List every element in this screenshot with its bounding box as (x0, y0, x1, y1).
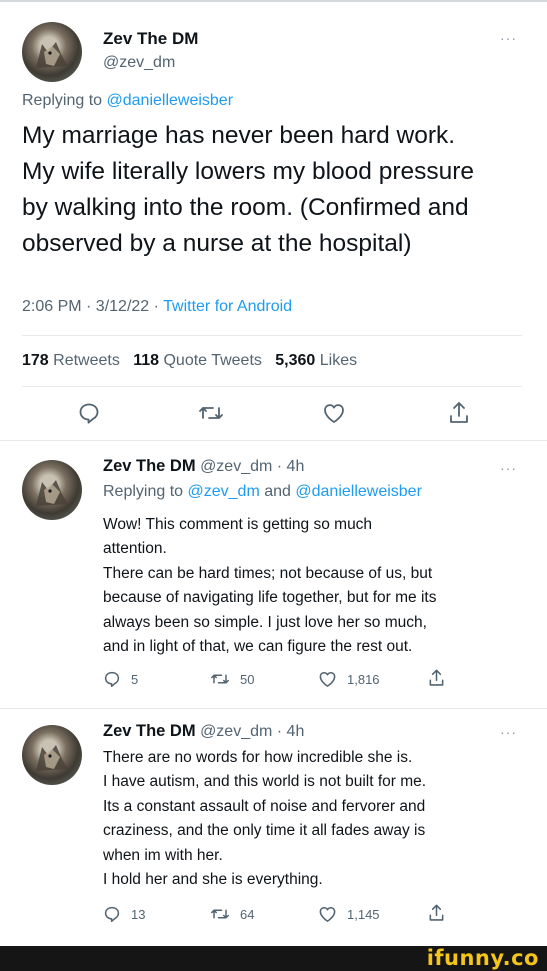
divider (0, 440, 547, 441)
author-handle-time[interactable]: @zev_dm · 4h (200, 723, 304, 740)
replying-to-link[interactable]: @danielleweisber (107, 92, 234, 109)
share-button[interactable] (428, 903, 445, 923)
share-icon (429, 669, 444, 686)
like-button[interactable]: 1,816 (318, 670, 380, 688)
like-count: 1,145 (347, 906, 380, 922)
tweet-text-line: My marriage has never been hard work. (22, 122, 456, 149)
tweet-text-line: My wife literally lowers my blood pressu… (22, 158, 475, 185)
reply-text: Wow! This comment is getting so much att… (103, 513, 523, 659)
retweet-icon (211, 674, 229, 684)
tweet-timestamp[interactable]: 2:06 PM · 3/12/22 · (22, 298, 159, 315)
wolf-avatar-icon (36, 745, 68, 771)
avatar[interactable] (22, 22, 82, 82)
author-handle[interactable]: @zev_dm (103, 54, 175, 72)
retweet-button[interactable]: 64 (210, 905, 254, 923)
reply-count: 5 (131, 671, 139, 687)
reply-count: 13 (131, 906, 146, 922)
quote-tweets-stat[interactable]: 118 Quote Tweets (133, 352, 262, 369)
replying-to: Replying to @danielleweisber (22, 92, 233, 110)
like-button[interactable] (322, 402, 346, 424)
reply-icon (79, 403, 99, 424)
top-border (0, 0, 547, 2)
avatar[interactable] (22, 725, 82, 785)
avatar[interactable] (22, 460, 82, 520)
reply-button[interactable]: 5 (103, 670, 138, 688)
reply-icon (104, 671, 120, 688)
tweet-text-line: observed by a nurse at the hospital) (22, 230, 412, 257)
reply-text-line: I have autism, and this world is not bui… (103, 773, 427, 791)
heart-icon (324, 404, 344, 423)
reply-text-line: Its a constant assault of noise and ferv… (103, 797, 426, 815)
reply-header: Zev The DM @zev_dm · 4h (103, 722, 304, 741)
divider (22, 386, 522, 387)
reply-text-line: Wow! This comment is getting so much (103, 516, 373, 533)
likes-stat[interactable]: 5,360 Likes (275, 352, 357, 369)
reply-button[interactable] (77, 401, 101, 425)
tweet-text-line: by walking into the room. (Confirmed and (22, 194, 469, 221)
reply-text-line: craziness, and the only time it all fade… (103, 822, 426, 840)
tweet-stats: 178 Retweets 118 Quote Tweets 5,360 Like… (22, 352, 357, 370)
author-name[interactable]: Zev The DM (103, 722, 196, 740)
reply-text: There are no words for how incredible sh… (103, 746, 523, 892)
reply-icon (104, 906, 120, 923)
reply-text-line: There can be hard times; not because of … (103, 564, 433, 582)
wolf-avatar-icon (36, 480, 68, 506)
retweet-icon (211, 909, 229, 919)
like-button[interactable]: 1,145 (318, 905, 380, 923)
reply-text-line: attention. (103, 540, 167, 558)
more-options-icon[interactable]: ··· (500, 460, 517, 476)
reply-text-line: I hold her and she is everything. (103, 871, 323, 889)
replying-to-link[interactable]: @danielleweisber (295, 483, 422, 500)
tweet-text: My marriage has never been hard work. My… (22, 118, 532, 262)
reply-header: Zev The DM @zev_dm · 4h (103, 457, 304, 476)
watermark-bar: ifunny.co (0, 946, 547, 971)
retweets-label: Retweets (53, 352, 120, 369)
replying-to-label: Replying to (22, 92, 103, 109)
author-handle-time[interactable]: @zev_dm · 4h (200, 458, 304, 475)
retweet-button[interactable] (198, 401, 224, 425)
like-count: 1,816 (347, 671, 380, 687)
retweets-count: 178 (22, 352, 49, 369)
ifunny-logo: ifunny.co (426, 946, 539, 970)
heart-icon (319, 906, 336, 922)
retweet-count: 64 (240, 906, 255, 922)
share-button[interactable] (448, 400, 470, 426)
share-button[interactable] (428, 668, 445, 688)
tweet-client[interactable]: Twitter for Android (163, 298, 292, 315)
replying-to: Replying to @zev_dm and @danielleweisber (103, 483, 422, 501)
quotes-count: 118 (133, 352, 160, 369)
wolf-avatar-icon (36, 42, 68, 68)
reply-text-line: always been so simple. I just love her s… (103, 613, 427, 631)
retweet-icon (199, 407, 223, 419)
share-icon (429, 904, 444, 921)
retweet-count: 50 (240, 671, 255, 687)
replying-to-label: Replying to (103, 483, 184, 500)
likes-label: Likes (319, 352, 358, 369)
heart-icon (319, 671, 336, 687)
divider (22, 335, 522, 336)
retweet-button[interactable]: 50 (210, 670, 254, 688)
reply-button[interactable]: 13 (103, 905, 145, 923)
reply-text-line: There are no words for how incredible sh… (103, 749, 413, 766)
author-name[interactable]: Zev The DM (103, 29, 198, 49)
author-name[interactable]: Zev The DM (103, 457, 196, 475)
reply-text-line: when im with her. (103, 846, 223, 864)
share-icon (450, 402, 468, 423)
more-options-icon[interactable]: ··· (500, 724, 517, 740)
more-options-icon[interactable]: ··· (500, 30, 517, 46)
likes-count: 5,360 (275, 352, 316, 369)
reply-text-line: and in light of that, we can figure the … (103, 638, 413, 656)
divider (0, 708, 547, 709)
tweet-meta: 2:06 PM · 3/12/22 · Twitter for Android (22, 298, 292, 316)
replying-to-link[interactable]: @zev_dm (188, 483, 260, 500)
retweets-stat[interactable]: 178 Retweets (22, 352, 120, 369)
replying-to-and: and (264, 483, 291, 500)
reply-text-line: because of navigating life together, but… (103, 589, 437, 607)
quotes-label: Quote Tweets (163, 352, 262, 369)
